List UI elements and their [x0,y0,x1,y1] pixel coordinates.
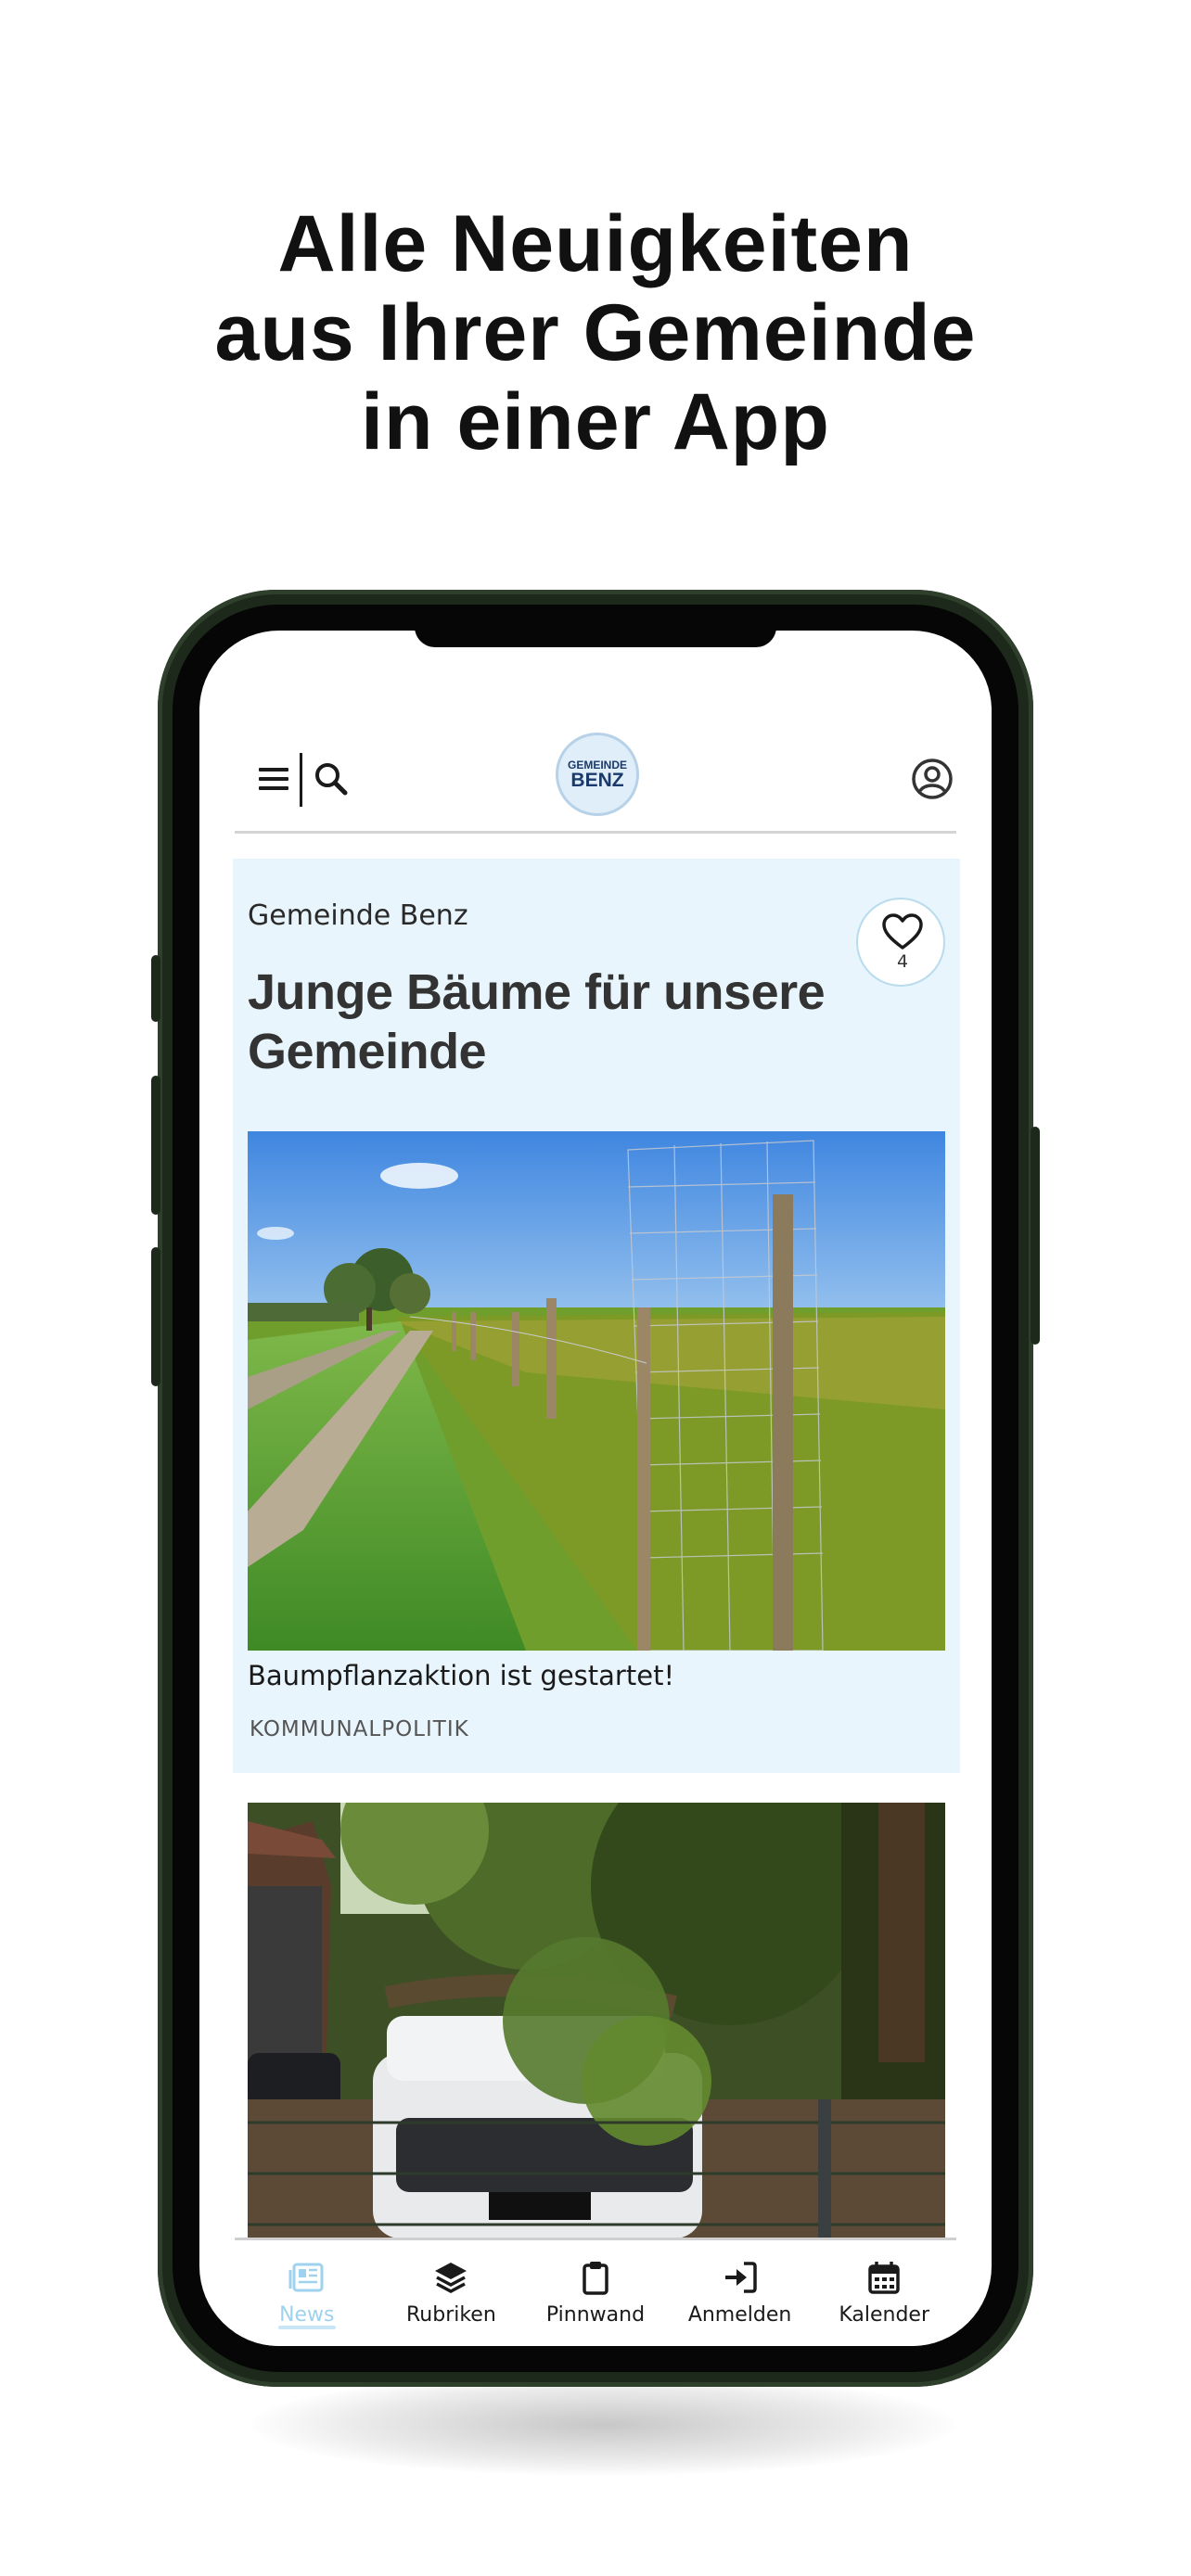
tab-rubriken-label: Rubriken [405,2303,496,2327]
tab-kalender[interactable]: Kalender [812,2240,956,2346]
logo-text-bottom: BENZ [570,770,624,791]
promo-headline: Alle Neuigkeiten aus Ihrer Gemeinde in e… [0,199,1191,466]
tab-pinnwand[interactable]: Pinnwand [523,2240,668,2346]
tab-anmelden[interactable]: Anmelden [668,2240,813,2346]
phone-side-button-power [1031,1127,1040,1345]
news-caption: Baumpflanzaktion ist gestartet! [248,1660,675,1691]
phone-notch [415,631,776,647]
heart-icon [882,913,923,950]
search-icon[interactable] [309,757,353,801]
news-title[interactable]: Junge Bäume für unsere Gemeinde [248,963,841,1081]
header-separator [235,831,956,834]
gemeinde-benz-logo[interactable]: GEMEINDE BENZ [556,733,639,816]
news-icon [288,2263,324,2292]
tab-anmelden-label: Anmelden [687,2303,792,2327]
calendar-icon [868,2262,900,2294]
layers-icon [435,2263,467,2293]
login-icon [724,2262,757,2293]
tab-rubriken[interactable]: Rubriken [379,2240,524,2346]
news-card[interactable]: Gemeinde Benz 4 Junge Bäume für unsere G… [233,859,960,1773]
news-image-fallen-tree[interactable] [248,1803,945,2238]
like-count: 4 [896,951,909,972]
phone-side-button-volume-up [151,1076,160,1215]
menu-icon[interactable] [253,759,294,799]
phone-screen: GEMEINDE BENZ Gemeinde Benz 4 Junge Bäum… [199,631,992,2346]
headline-line-1: Alle Neuigkeiten [277,199,914,288]
account-icon[interactable] [908,755,956,803]
bottom-tab-bar: News Rubriken Pinnwand Anmelden Kalender [235,2240,956,2346]
tab-news[interactable]: News [235,2240,379,2346]
phone-side-button-silent [151,955,160,1022]
like-button[interactable]: 4 [856,898,945,987]
headline-line-2: aus Ihrer Gemeinde [214,288,977,377]
clipboard-icon [583,2262,608,2295]
news-category[interactable]: KOMMUNALPOLITIK [250,1717,469,1741]
active-tab-indicator [277,2326,336,2329]
header-divider [300,753,302,807]
tab-news-label: News [279,2303,335,2327]
phone-side-button-volume-down [151,1247,160,1386]
tab-pinnwand-label: Pinnwand [545,2303,646,2327]
news-source: Gemeinde Benz [248,899,468,932]
headline-line-3: in einer App [361,377,830,466]
phone-shadow [250,2374,955,2476]
news-image-trees[interactable] [248,1131,945,1651]
tab-kalender-label: Kalender [839,2303,929,2327]
